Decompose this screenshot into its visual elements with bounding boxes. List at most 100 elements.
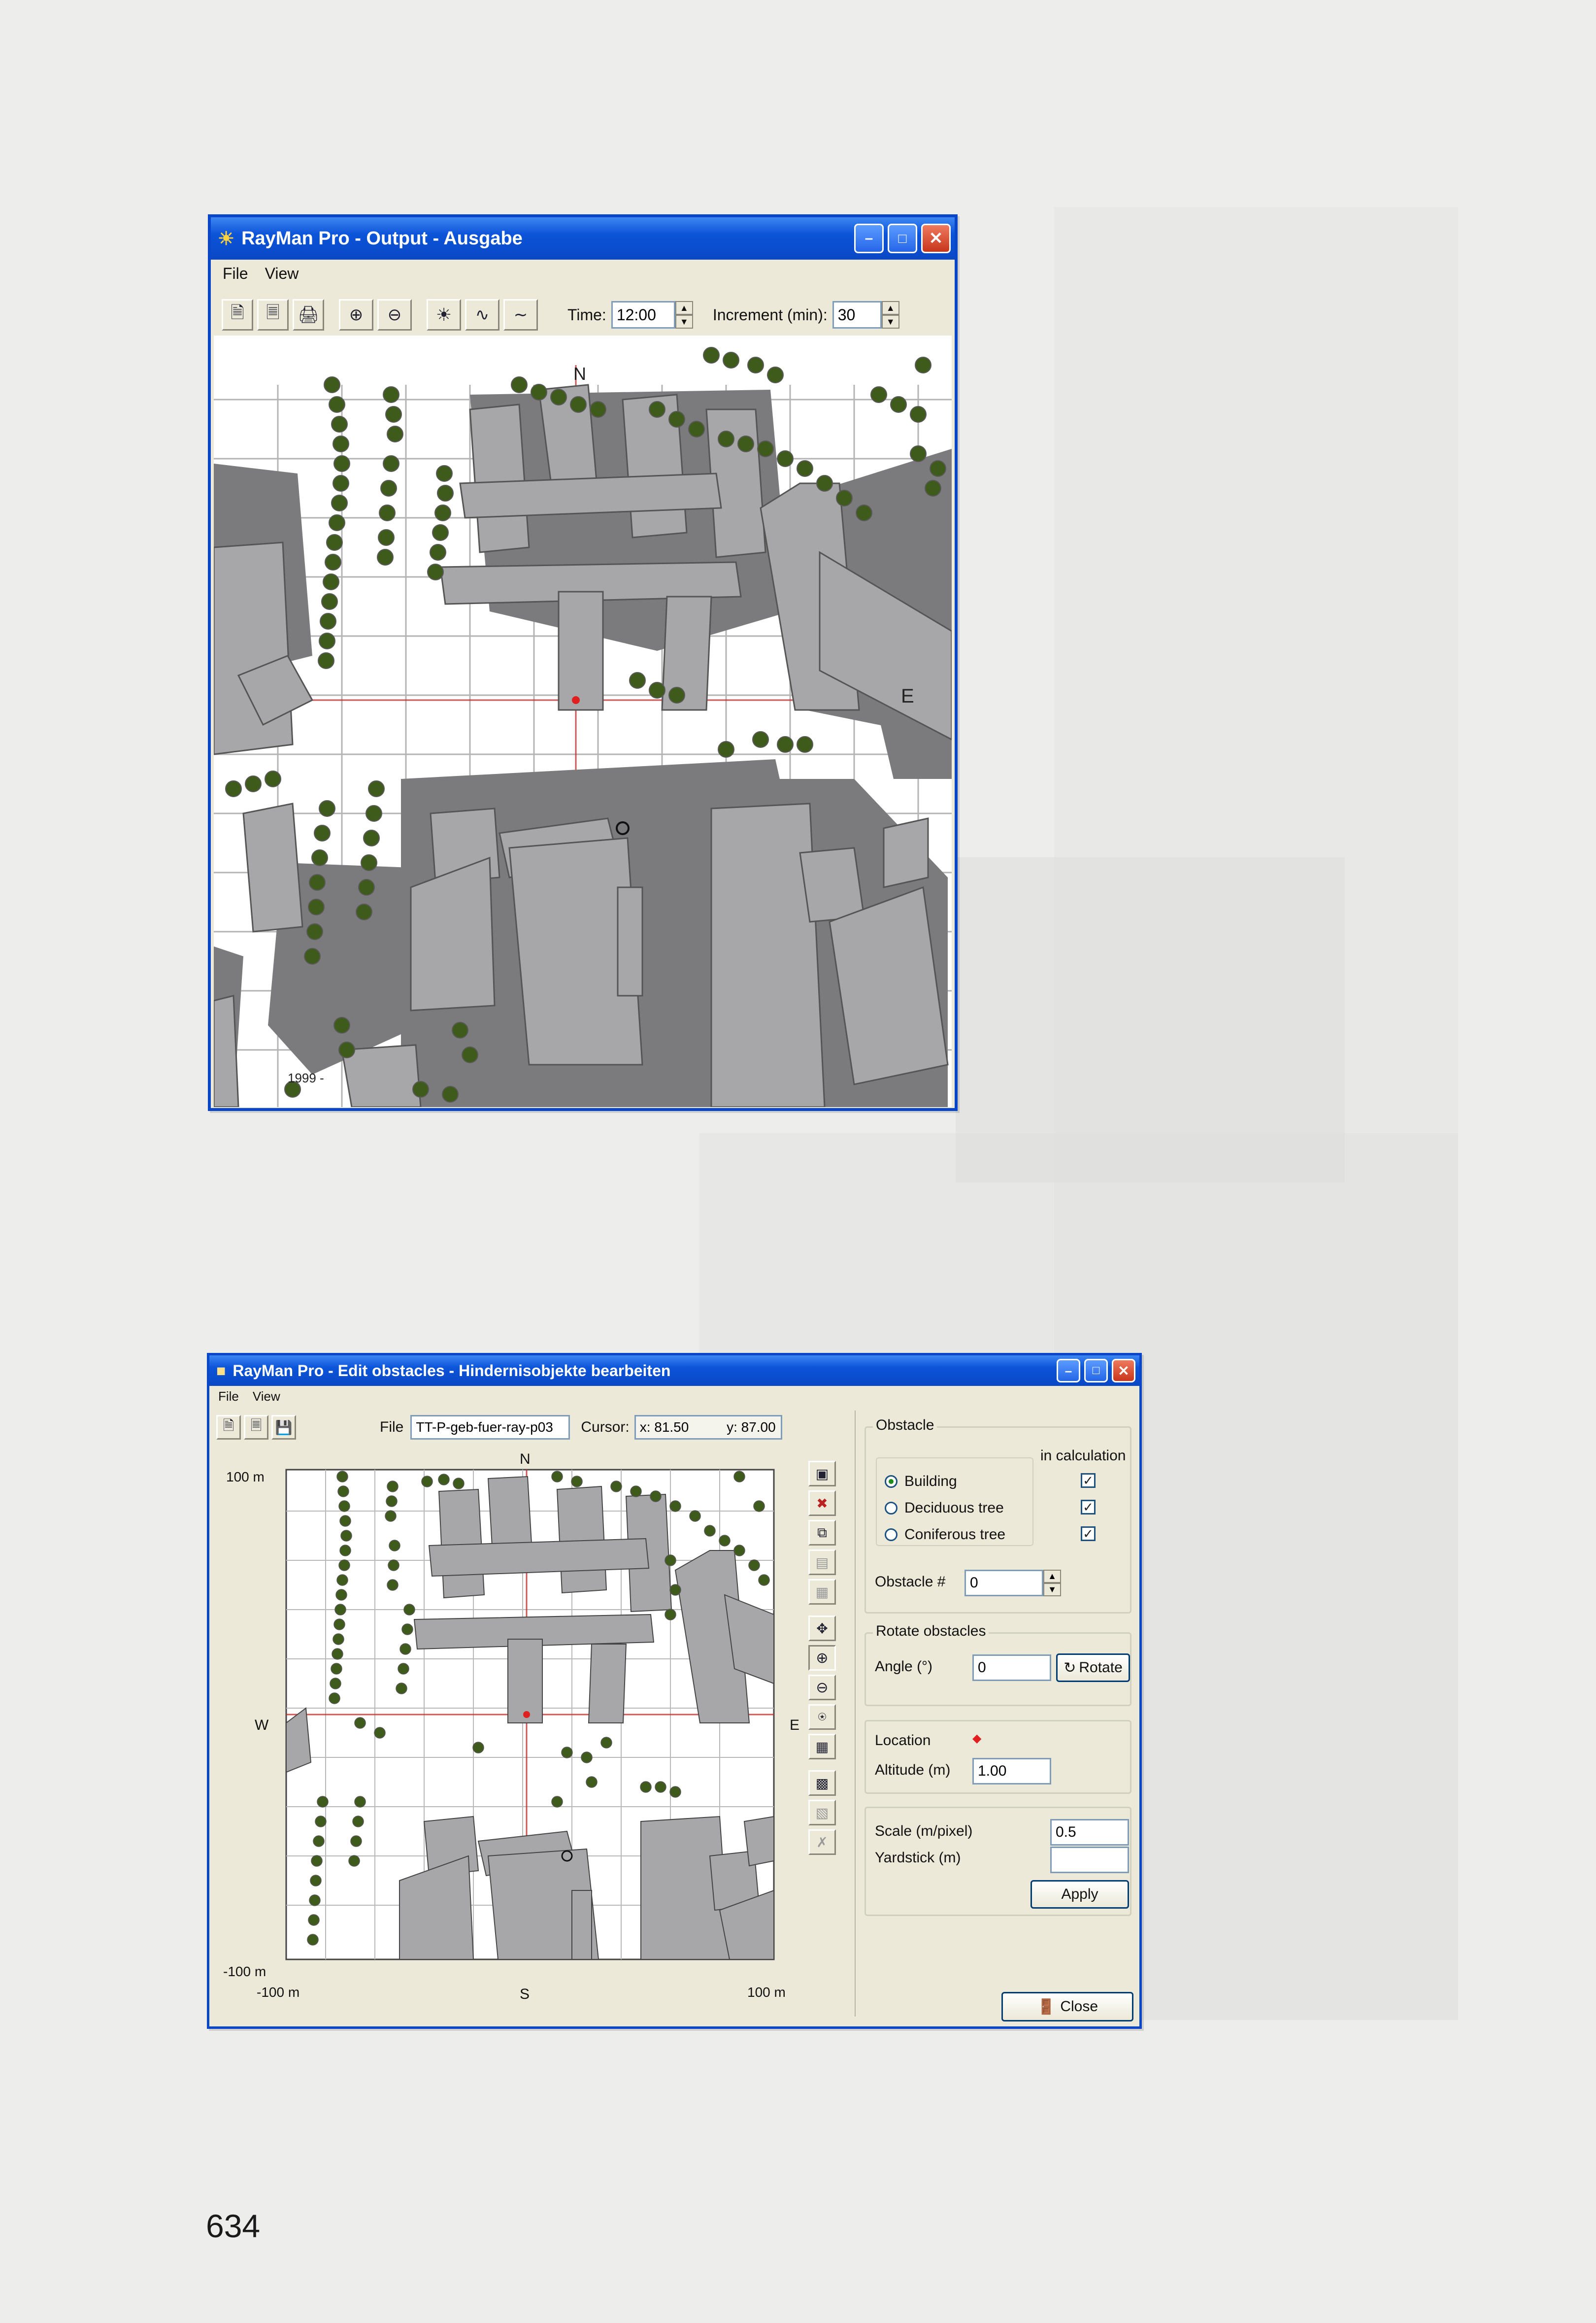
building [710, 803, 826, 1107]
cursor-y: y: 87.00 [727, 1419, 776, 1435]
close-button[interactable]: 🚪 Close [1001, 1992, 1133, 2021]
altitude-input[interactable]: 1.00 [972, 1758, 1051, 1784]
location-marker [523, 1711, 530, 1718]
map-x-right-label: 100 m [747, 1985, 786, 2000]
export-icon[interactable]: 🗏 [257, 299, 289, 331]
maximize-button[interactable]: □ [888, 224, 917, 253]
menu-file[interactable]: File [223, 265, 248, 286]
edit-tool-column: ▣ ✖ ⧉ ▤ ▦ ✥ ⊕ ⊖ ⍟ ▦ ▩ ▧ ✗ [808, 1461, 838, 1855]
wave-icon[interactable]: ∼ [503, 299, 538, 331]
edit-menubar: File View [209, 1389, 1139, 1409]
output-menubar: File View [211, 265, 955, 286]
spin-up-icon[interactable]: ▲ [1043, 1570, 1061, 1583]
sun-position-icon[interactable]: ☀ [427, 299, 461, 331]
file-name-field[interactable]: TT-P-geb-fuer-ray-p03 [410, 1415, 570, 1440]
building [571, 1890, 592, 1960]
location-label: Location [875, 1732, 931, 1749]
right-panel [855, 1411, 856, 2017]
location-tool-icon[interactable]: ⍟ [808, 1704, 836, 1730]
building [556, 1485, 607, 1594]
measure-icon[interactable]: ▧ [808, 1800, 836, 1825]
scale-label: Scale (m/pixel) [875, 1823, 973, 1839]
print-icon[interactable]: 🖨 [293, 299, 324, 331]
close-icon[interactable]: ✕ [921, 224, 951, 253]
spin-down-icon[interactable]: ▼ [1043, 1583, 1061, 1596]
spin-down-icon[interactable]: ▼ [675, 315, 693, 329]
close-icon[interactable]: ✕ [1112, 1359, 1135, 1382]
delete-obstacle-icon[interactable]: ✖ [808, 1490, 836, 1516]
new-file-icon[interactable]: 🗎 [216, 1415, 241, 1440]
sun-path-icon[interactable]: ∿ [465, 299, 499, 331]
zoom-in-icon[interactable]: ⊕ [808, 1645, 836, 1671]
menu-file[interactable]: File [218, 1389, 239, 1409]
map-south-label: S [520, 1986, 530, 2002]
page-number: 634 [206, 2208, 261, 2244]
building [242, 803, 303, 933]
scale-input[interactable]: 0.5 [1050, 1819, 1129, 1846]
deciduous-tree-radio[interactable] [885, 1502, 898, 1515]
apply-button[interactable]: Apply [1031, 1880, 1129, 1909]
increment-spinner[interactable]: ▲ ▼ [881, 301, 899, 329]
increment-input[interactable]: 30 [832, 301, 882, 329]
output-map[interactable]: N E 1999 - [214, 336, 952, 1107]
angle-label: Angle (°) [875, 1658, 933, 1675]
rotate-button-label: Rotate [1079, 1659, 1123, 1676]
yardstick-input[interactable] [1050, 1847, 1129, 1873]
map-y-top-label: 100 m [226, 1469, 265, 1484]
cursor-label: Cursor: [581, 1419, 630, 1435]
obstacle-number-spinner[interactable]: ▲ ▼ [1043, 1570, 1061, 1596]
new-page-icon[interactable]: 🗎 [222, 299, 253, 331]
spin-down-icon[interactable]: ▼ [881, 315, 899, 329]
save-file-icon[interactable]: 💾 [271, 1415, 296, 1440]
select-icon[interactable]: ▩ [808, 1770, 836, 1796]
file-label: File [380, 1419, 404, 1435]
location-marker-icon: ◆ [972, 1732, 982, 1745]
building-in-calculation-checkbox[interactable]: ✓ [1081, 1473, 1096, 1488]
zoom-out-icon[interactable]: ⊖ [808, 1675, 836, 1700]
grid-tool-icon[interactable]: ▦ [808, 1734, 836, 1759]
building-radio[interactable] [885, 1475, 898, 1488]
building [743, 1816, 774, 1867]
spin-up-icon[interactable]: ▲ [675, 301, 693, 315]
rotate-button[interactable]: ↻ Rotate [1056, 1653, 1130, 1682]
map-y-bottom-label: -100 m [223, 1964, 266, 1979]
deciduous-in-calculation-checkbox[interactable]: ✓ [1081, 1500, 1096, 1515]
close-button-label: Close [1060, 1998, 1098, 2015]
copy-obstacle-icon[interactable]: ⧉ [808, 1520, 836, 1546]
scale-group: Scale (m/pixel) 0.5 Yardstick (m) Apply [864, 1807, 1131, 1916]
altitude-label: Altitude (m) [875, 1762, 951, 1778]
angle-input[interactable]: 0 [972, 1654, 1051, 1681]
maximize-button[interactable]: □ [1084, 1359, 1108, 1382]
map-copyright-label: 1999 - [288, 1071, 324, 1085]
spin-up-icon[interactable]: ▲ [881, 301, 899, 315]
edit-window-title: RayMan Pro - Edit obstacles - Hinderniso… [233, 1361, 671, 1380]
edit-points-icon[interactable]: ▦ [808, 1579, 836, 1605]
minimize-button[interactable]: – [1057, 1359, 1080, 1382]
obstacle-number-input[interactable]: 0 [964, 1570, 1043, 1596]
map-west-label: W [255, 1717, 269, 1733]
open-file-icon[interactable]: 🗏 [244, 1415, 268, 1440]
edit-titlebar[interactable]: ■ RayMan Pro - Edit obstacles - Hinderni… [209, 1355, 1139, 1386]
building [558, 591, 604, 711]
output-titlebar[interactable]: ☀ RayMan Pro - Output - Ausgabe – □ ✕ [211, 217, 955, 260]
menu-view[interactable]: View [265, 265, 299, 286]
time-input[interactable]: 12:00 [611, 301, 675, 329]
coniferous-tree-radio[interactable] [885, 1528, 898, 1541]
building [507, 1639, 543, 1723]
zoom-in-icon[interactable]: ⊕ [339, 299, 373, 331]
coniferous-in-calculation-checkbox[interactable]: ✓ [1081, 1526, 1096, 1541]
paste-obstacle-icon[interactable]: ▤ [808, 1549, 836, 1575]
menu-view[interactable]: View [253, 1389, 280, 1409]
map-east-label: E [901, 685, 914, 707]
zoom-out-icon[interactable]: ⊖ [377, 299, 412, 331]
map-east-label: E [790, 1717, 799, 1733]
clear-icon[interactable]: ✗ [808, 1829, 836, 1855]
map-north-label: N [520, 1451, 531, 1467]
minimize-button[interactable]: – [854, 224, 884, 253]
add-obstacle-icon[interactable]: ▣ [808, 1461, 836, 1486]
map-north-label: N [573, 364, 586, 384]
time-label: Time: [567, 305, 606, 324]
obstacle-group: Obstacle in calculation Building Deciduo… [864, 1417, 1131, 1614]
time-spinner[interactable]: ▲ ▼ [675, 301, 693, 329]
move-icon[interactable]: ✥ [808, 1616, 836, 1641]
